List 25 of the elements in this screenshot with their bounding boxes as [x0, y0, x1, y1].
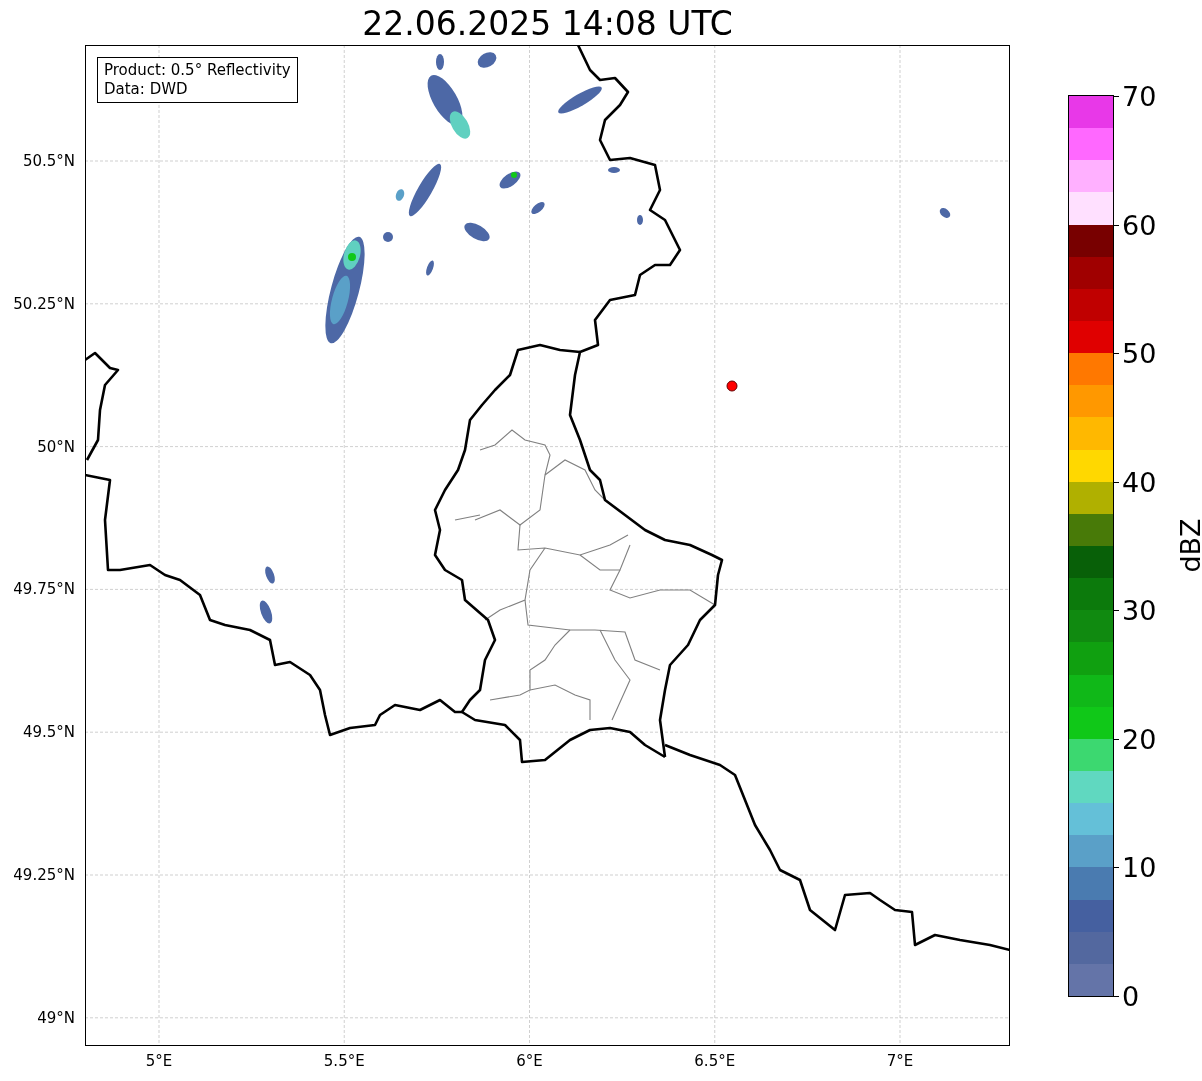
colorbar-tick-label: 20: [1122, 723, 1157, 755]
longitude-label: 5.5°E: [323, 1052, 365, 1070]
legend-text: Data: DWD: [104, 80, 189, 99]
latitude-label: 49.25°N: [13, 866, 75, 884]
map-title: 22.06.2025 14:08 UTC: [361, 4, 734, 43]
colorbar-label: dBZ: [1174, 518, 1202, 573]
latitude-label: 49.5°N: [22, 723, 75, 742]
latitude-label: 49.75°N: [13, 580, 75, 599]
latitude-label: 50.5°N: [22, 152, 75, 170]
colorbar-tick-label: 70: [1122, 80, 1157, 112]
longitude-label: 6.5°E: [694, 1052, 736, 1070]
colorbar-tick-label: 0: [1122, 980, 1140, 1012]
latitude-label: 50.25°N: [13, 294, 75, 313]
latitude-label: 49°N: [37, 1008, 75, 1027]
colorbar-tick-label: 10: [1122, 851, 1157, 883]
longitude-label: 6°E: [516, 1052, 543, 1070]
legend-text: Product: 0.5° Reflectivity: [104, 61, 291, 80]
colorbar-tick-label: 40: [1122, 466, 1157, 498]
longitude-label: 5°E: [145, 1052, 173, 1070]
colorbar-tick-label: 30: [1122, 594, 1157, 626]
longitude-label: 7°E: [886, 1052, 914, 1070]
colorbar-tick-label: 50: [1122, 337, 1157, 369]
latitude-label: 50°N: [37, 437, 75, 456]
location-marker: [726, 380, 738, 392]
colorbar-tick-label: 60: [1122, 209, 1157, 241]
